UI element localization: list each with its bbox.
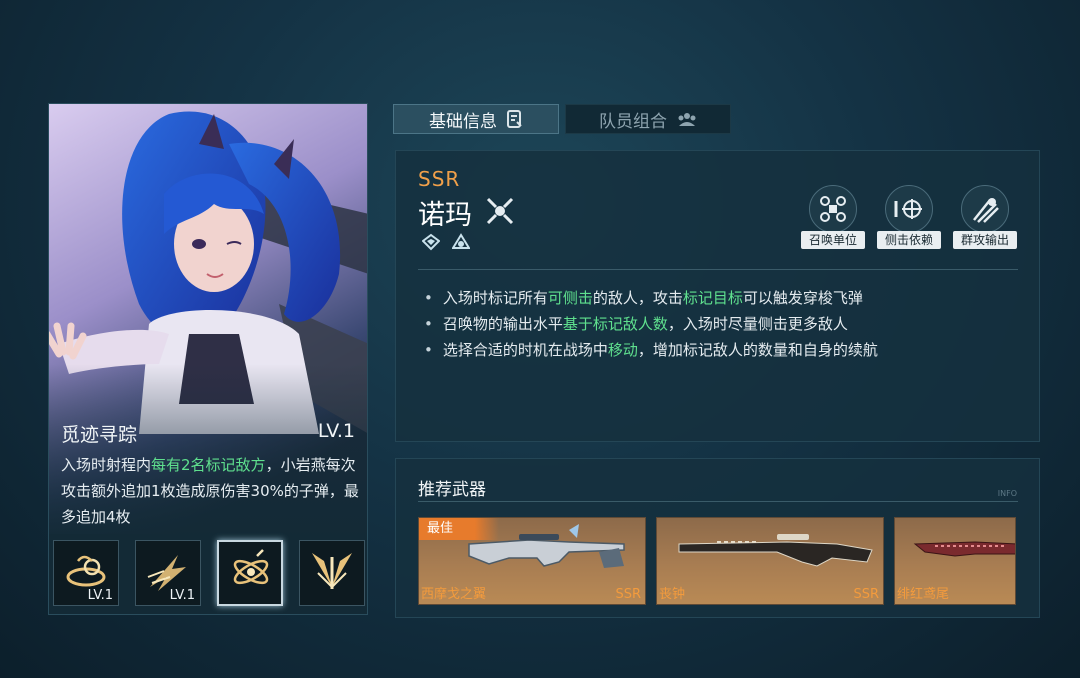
weapons-title: 推荐武器	[418, 480, 486, 500]
weapon-card-2[interactable]: 丧钟 SSR	[656, 517, 884, 605]
tag-label: 侧击依赖	[877, 231, 941, 249]
trait-text: ，入场时尽量侧击更多敌人	[667, 315, 848, 333]
trait-highlight: 移动	[607, 341, 638, 359]
weapon-rarity: SSR	[615, 587, 641, 602]
trait-highlight: 可侧击	[547, 289, 593, 307]
weapon-card-3[interactable]: 绯红鸢尾	[894, 517, 1016, 605]
trait-item: 召唤物的输出水平基于标记敌人数，入场时尽量侧击更多敌人	[424, 311, 878, 337]
tag-label: 群攻输出	[953, 231, 1017, 249]
skill-desc-part1: 入场时射程内	[61, 456, 152, 474]
skill-level: LV.1	[317, 420, 355, 442]
skill-title: 觅迹寻踪	[61, 424, 138, 446]
weapon-rarity: SSR	[853, 587, 879, 602]
trait-list: 入场时标记所有可侧击的敌人，攻击标记目标可以触发穿梭飞弹 召唤物的输出水平基于标…	[424, 285, 878, 363]
skill-slots: LV.1 LV.1	[53, 540, 365, 610]
character-card: 觅迹寻踪 LV.1 入场时射程内每有2名标记敌方，小岩燕每次攻击额外追加1枚造成…	[48, 103, 368, 615]
skill-slot-3[interactable]	[217, 540, 283, 606]
drone-icon	[820, 196, 846, 222]
class-icon	[486, 197, 514, 225]
document-icon	[507, 110, 522, 128]
best-badge: 最佳	[419, 518, 499, 540]
info-divider	[418, 269, 1018, 270]
triangle-element-icon	[452, 233, 470, 249]
trait-text: 的敌人，攻击	[592, 289, 683, 307]
crosshair-icon	[894, 199, 922, 219]
basic-info-panel: SSR 诺玛 召唤单位 侧击依赖 群攻输出 • 入场时标记所有可侧击的敌人，攻击…	[395, 150, 1040, 442]
weapon-name: 绯红鸢尾	[897, 587, 950, 602]
weapon-list: 最佳 西摩戈之翼 SSR 丧钟 SSR 绯红鸢尾	[418, 517, 1016, 605]
team-icon	[678, 113, 696, 126]
trait-highlight: 标记目标	[682, 289, 743, 307]
trait-text: ，增加标记敌人的数量和自身的续航	[637, 341, 878, 359]
trait-item: 选择合适的时机在战场中移动，增加标记敌人的数量和自身的续航	[424, 337, 878, 363]
weapon-name: 西摩戈之翼	[421, 587, 487, 602]
skill-slot-1[interactable]: LV.1	[53, 540, 119, 606]
weapons-info-marker: INFO	[997, 489, 1017, 498]
skill-slot-level: LV.1	[87, 588, 113, 603]
tag-summon-unit: 召唤单位	[801, 185, 865, 251]
skill-desc-highlight: 每有2名标记敌方	[151, 456, 266, 474]
skill-slot-4[interactable]	[299, 540, 365, 606]
weapon-name: 丧钟	[659, 587, 686, 602]
tab-basic-info-label: 基础信息	[429, 111, 497, 132]
tab-basic-info[interactable]: 基础信息	[393, 104, 559, 134]
orbit-skill-icon	[233, 549, 269, 585]
tab-team-combo[interactable]: 队员组合	[565, 104, 731, 134]
info-tabs: 基础信息 队员组合	[393, 104, 731, 134]
tab-team-combo-label: 队员组合	[599, 111, 667, 132]
wings-skill-icon	[312, 553, 352, 589]
rifle-icon	[678, 534, 873, 567]
skill-description: 入场时射程内每有2名标记敌方，小岩燕每次攻击额外追加1枚造成原伤害30%的子弹，…	[61, 452, 361, 530]
diamond-element-icon	[422, 233, 440, 251]
trait-item: 入场时标记所有可侧击的敌人，攻击标记目标可以触发穿梭飞弹	[424, 285, 878, 311]
trait-text: 入场时标记所有	[442, 289, 548, 307]
trait-highlight: 基于标记敌人数	[562, 315, 668, 333]
element-icons	[422, 233, 470, 251]
recommended-weapons-panel: 推荐武器 INFO 最佳 西摩戈之翼 SSR 丧钟 SSR 绯红鸢尾	[395, 458, 1040, 618]
trait-text: 可以触发穿梭飞弹	[742, 289, 863, 307]
weapons-divider	[418, 501, 1018, 502]
skill-slot-level: LV.1	[169, 588, 195, 603]
tag-flank-reliant: 侧击依赖	[877, 185, 941, 251]
character-rarity: SSR	[418, 167, 461, 191]
skill-slot-2[interactable]: LV.1	[135, 540, 201, 606]
tag-aoe-damage: 群攻输出	[953, 185, 1017, 251]
role-tags: 召唤单位 侧击依赖 群攻输出	[801, 185, 1017, 251]
weapon-card-1[interactable]: 最佳 西摩戈之翼 SSR	[418, 517, 646, 605]
character-name: 诺玛	[418, 200, 472, 231]
trait-text: 选择合适的时机在战场中	[442, 341, 608, 359]
trait-text: 召唤物的输出水平	[442, 315, 563, 333]
burst-icon	[973, 198, 999, 223]
tag-label: 召唤单位	[801, 231, 865, 249]
